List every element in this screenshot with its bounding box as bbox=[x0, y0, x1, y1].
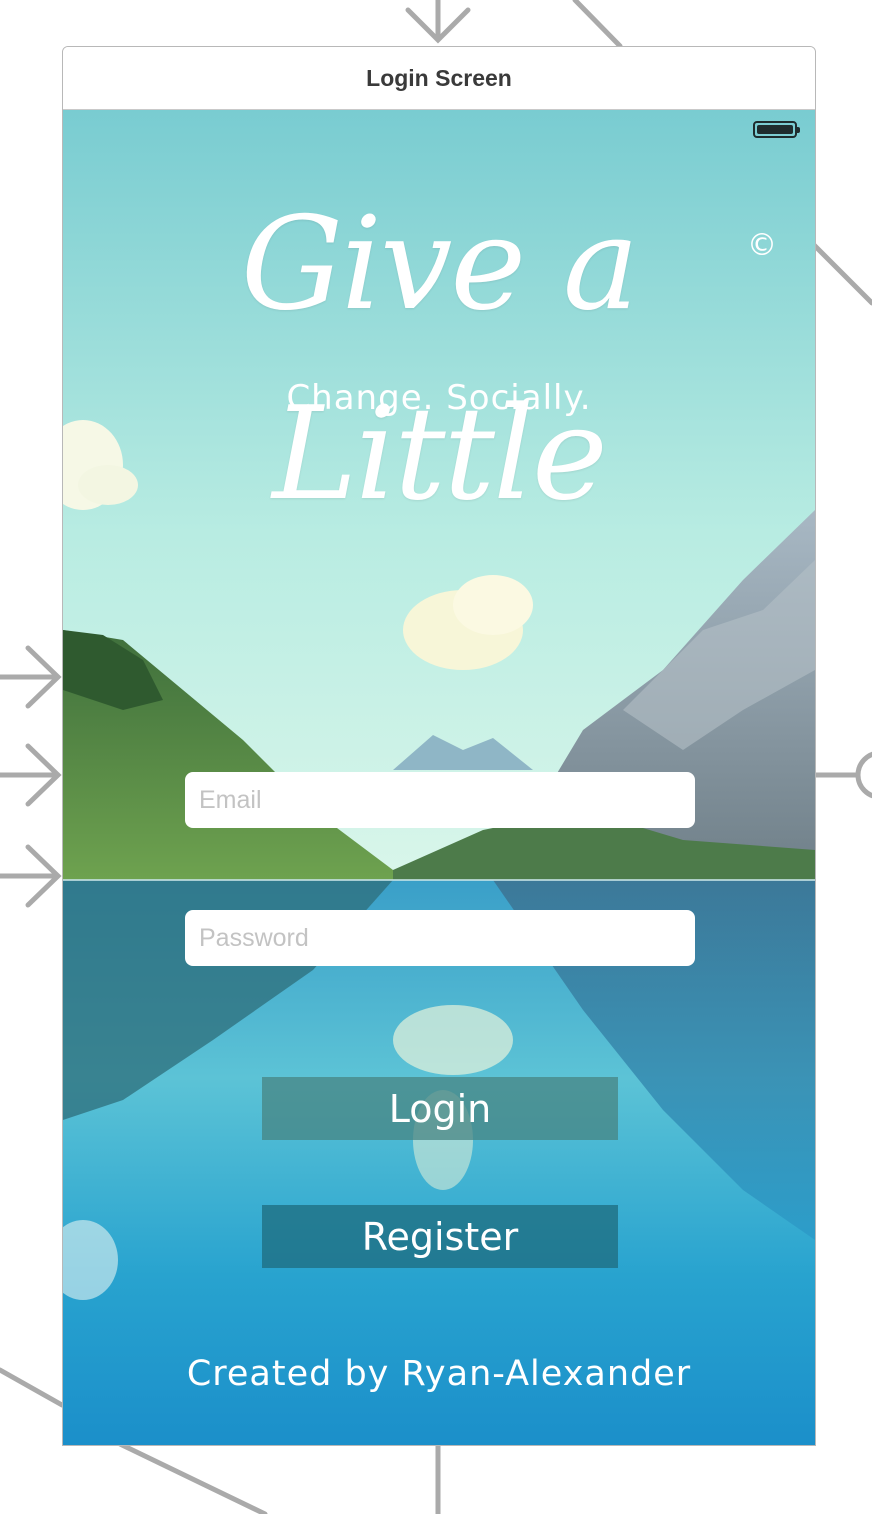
app-logo: Give a Little bbox=[240, 190, 639, 529]
login-screen: Give a Little © Change. Socially. Login … bbox=[63, 110, 815, 1445]
login-scene[interactable]: Login Screen Give a Little © Change. Soc… bbox=[62, 46, 816, 1446]
register-button[interactable]: Register bbox=[262, 1205, 618, 1268]
segue-arrow-icon bbox=[0, 743, 62, 807]
battery-icon bbox=[753, 121, 800, 138]
tagline: Change. Socially. bbox=[286, 378, 592, 418]
segue-arrow-icon bbox=[0, 645, 62, 709]
scene-title: Login Screen bbox=[366, 64, 512, 91]
password-field[interactable] bbox=[185, 910, 695, 966]
segue-arrow-icon bbox=[405, 0, 471, 44]
segue-arrow-icon bbox=[0, 844, 62, 908]
scene-titlebar[interactable]: Login Screen bbox=[63, 47, 815, 110]
email-field[interactable] bbox=[185, 772, 695, 828]
login-button[interactable]: Login bbox=[262, 1077, 618, 1140]
copyright-symbol: © bbox=[747, 228, 777, 263]
credit-text: Created by Ryan-Alexander bbox=[186, 1354, 692, 1394]
